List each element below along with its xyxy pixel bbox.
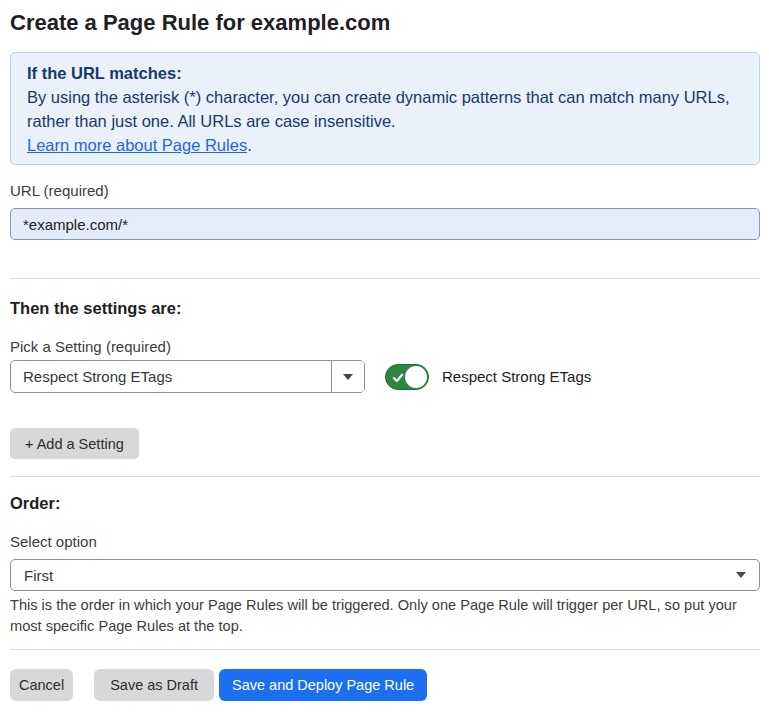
setting-dropdown-value: Respect Strong ETags	[11, 361, 331, 392]
info-box-heading: If the URL matches:	[27, 61, 743, 85]
order-select-label: Select option	[10, 534, 760, 550]
save-as-draft-button[interactable]: Save as Draft	[94, 669, 214, 701]
save-and-deploy-button[interactable]: Save and Deploy Page Rule	[219, 669, 427, 701]
url-match-info-box: If the URL matches: By using the asteris…	[10, 52, 760, 165]
setting-row: Respect Strong ETags Respect Strong ETag…	[10, 360, 760, 393]
page-title: Create a Page Rule for example.com	[10, 10, 760, 36]
url-field-label: URL (required)	[10, 183, 760, 199]
toggle-knob	[405, 366, 427, 388]
divider	[10, 649, 760, 650]
toggle-label: Respect Strong ETags	[442, 368, 591, 385]
order-select-value: First	[24, 567, 736, 584]
order-help-text: This is the order in which your Page Rul…	[10, 595, 760, 637]
divider	[10, 278, 760, 279]
setting-dropdown[interactable]: Respect Strong ETags	[10, 360, 365, 393]
toggle-group: Respect Strong ETags	[385, 364, 591, 390]
info-box-body: By using the asterisk (*) character, you…	[27, 85, 743, 133]
order-heading: Order:	[10, 493, 760, 513]
url-input[interactable]	[10, 208, 760, 240]
chevron-down-icon	[736, 572, 746, 578]
settings-heading: Then the settings are:	[10, 298, 760, 318]
check-icon	[393, 373, 403, 383]
cancel-button[interactable]: Cancel	[10, 669, 73, 701]
respect-strong-etags-toggle[interactable]	[385, 364, 429, 390]
setting-dropdown-button[interactable]	[331, 361, 364, 392]
link-suffix: .	[247, 136, 252, 154]
page-rule-form: Create a Page Rule for example.com If th…	[0, 0, 769, 701]
pick-setting-label: Pick a Setting (required)	[10, 339, 760, 355]
action-buttons: Cancel Save as Draft Save and Deploy Pag…	[10, 669, 760, 701]
add-setting-button[interactable]: + Add a Setting	[10, 428, 139, 459]
order-select[interactable]: First	[10, 559, 760, 591]
learn-more-link[interactable]: Learn more about Page Rules	[27, 136, 247, 154]
info-box-link-line: Learn more about Page Rules.	[27, 133, 743, 157]
chevron-down-icon	[343, 374, 353, 380]
divider	[10, 476, 760, 477]
